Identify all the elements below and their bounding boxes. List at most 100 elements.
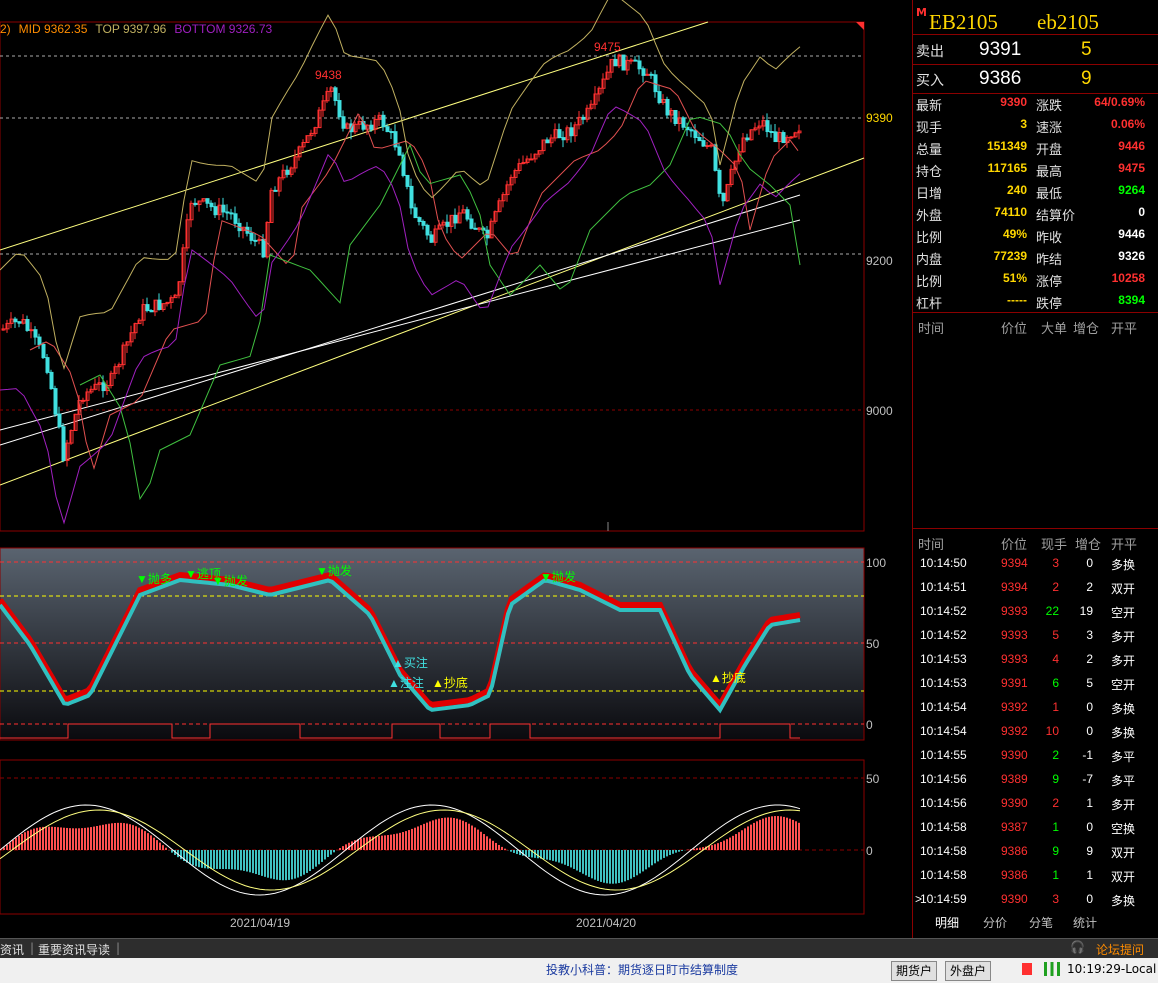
macd-bar — [240, 850, 242, 871]
macd-bar — [285, 850, 287, 881]
trade-type: 空开 — [1111, 678, 1136, 692]
trade-row[interactable]: 10:14:56 9389 9 -7 多平 — [913, 768, 1158, 792]
tr-vol-header: 现手 — [1041, 538, 1068, 553]
trade-volume: 6 — [1052, 676, 1059, 690]
peak-label-1: 9438 — [315, 68, 342, 82]
signal-sell-4: ▼抛发 — [316, 564, 352, 578]
macd-bar — [561, 850, 563, 864]
candle-body — [545, 139, 550, 144]
stat-left-5: 外盘 74110 — [913, 202, 1031, 224]
candle-series — [1, 53, 802, 467]
macd-bar — [555, 850, 557, 862]
signal-strength-icon — [1044, 962, 1060, 976]
candle-body — [205, 198, 210, 204]
trade-row[interactable]: 10:14:58 9386 1 1 双开 — [913, 864, 1158, 888]
macd-bar — [618, 850, 620, 884]
macd-bar — [783, 816, 785, 850]
macd-bar — [657, 850, 659, 862]
macd-bar — [294, 850, 296, 879]
macd-bar — [42, 826, 44, 850]
macd-bar — [111, 823, 113, 850]
macd-bar — [264, 850, 266, 877]
trade-row[interactable]: 10:14:58 9387 1 0 空换 — [913, 816, 1158, 840]
chart-area[interactable]: 2) MID 9362.35 TOP 9397.96 BOTTOM 9326.73 9… — [0, 0, 912, 938]
macd-bar — [135, 826, 137, 850]
buy-order-row[interactable]: 买入 9386 9 — [913, 65, 1158, 94]
macd-bar — [396, 833, 398, 850]
tab-stats[interactable]: 统计 — [1073, 914, 1097, 931]
macd-bar — [738, 832, 740, 850]
candle-body — [17, 321, 22, 324]
macd-bar — [93, 826, 95, 850]
macd-bar — [636, 850, 638, 876]
macd-bar — [306, 850, 308, 873]
trade-row[interactable]: 10:14:50 9394 3 0 多换 — [913, 552, 1158, 576]
tab-tick[interactable]: 分笔 — [1029, 914, 1053, 931]
trade-type: 多换 — [1111, 702, 1136, 716]
news-link-2[interactable]: 重要资讯导读 — [38, 941, 110, 958]
candle-body — [613, 58, 618, 67]
macd-bar — [210, 850, 212, 869]
candle-body — [781, 132, 786, 144]
tab-detail[interactable]: 明细 — [935, 914, 959, 931]
trade-row[interactable]: 10:14:51 9394 2 2 双开 — [913, 576, 1158, 600]
candle-body — [709, 144, 714, 147]
macd-bar — [795, 821, 797, 850]
ticker-text[interactable]: 投教小科普：期货逐日盯市结算制度 — [546, 961, 738, 978]
sell-order-row[interactable]: 卖出 9391 5 — [913, 36, 1158, 65]
trade-row[interactable]: 10:14:53 9393 4 2 多开 — [913, 648, 1158, 672]
candle-body — [233, 213, 238, 224]
trade-price: 9391 — [1001, 676, 1028, 690]
macd-bar — [633, 850, 635, 878]
candle-body — [369, 124, 374, 130]
trade-volume: 2 — [1052, 796, 1059, 810]
candle-body — [405, 174, 410, 187]
trade-row[interactable]: 10:14:53 9391 6 5 空开 — [913, 672, 1158, 696]
trade-row[interactable]: 10:14:54 9392 10 0 多换 — [913, 720, 1158, 744]
stat-value: 0 — [1138, 205, 1145, 219]
headset-icon: 🎧 — [1070, 940, 1085, 954]
stat-label: 开盘 — [1036, 143, 1063, 158]
trade-volume: 2 — [1052, 748, 1059, 762]
divider — [913, 528, 1158, 529]
forum-link[interactable]: 论坛提问 — [1096, 941, 1144, 958]
trade-row[interactable]: 10:14:58 9386 9 9 双开 — [913, 840, 1158, 864]
news-link-1[interactable]: 资讯 — [0, 941, 24, 958]
chart-canvas[interactable] — [0, 0, 912, 938]
macd-bar — [651, 850, 653, 866]
candle-body — [697, 137, 702, 142]
contract-header[interactable]: M EB2105 eb2105 — [913, 4, 1158, 35]
candle-body — [673, 109, 678, 124]
macd-bar — [717, 843, 719, 850]
legend-bottom: BOTTOM 9326.73 — [174, 22, 273, 36]
trade-row[interactable]: 10:14:56 9390 2 1 多开 — [913, 792, 1158, 816]
trade-time: 10:14:54 — [920, 700, 967, 714]
macd-bar — [597, 850, 599, 881]
stat-value: 9446 — [1118, 227, 1145, 241]
futures-account-button[interactable]: 期货户 — [891, 961, 938, 981]
trade-row[interactable]: 10:14:55 9390 2 -1 多平 — [913, 744, 1158, 768]
macd-bar — [480, 831, 482, 850]
candle-body — [381, 114, 386, 128]
trade-row[interactable]: 10:14:52 9393 5 3 多开 — [913, 624, 1158, 648]
candle-body — [41, 343, 46, 359]
trade-price: 9390 — [1001, 892, 1028, 906]
trade-price: 9389 — [1001, 772, 1028, 786]
macd-bar — [96, 825, 98, 850]
trade-increase: 1 — [1086, 868, 1093, 882]
tab-price[interactable]: 分价 — [983, 914, 1007, 931]
macd-bar — [315, 850, 317, 867]
macd-bar — [678, 850, 680, 852]
macd-bar — [576, 850, 578, 871]
trade-row[interactable]: 10:14:54 9392 1 0 多换 — [913, 696, 1158, 720]
trade-time: 10:14:55 — [920, 748, 967, 762]
trade-row[interactable]: >10:14:59 9390 3 0 多换 — [913, 888, 1158, 912]
candle-body — [773, 131, 778, 143]
trade-row[interactable]: 10:14:52 9393 22 19 空开 — [913, 600, 1158, 624]
macd-bar — [609, 850, 611, 884]
overseas-account-button[interactable]: 外盘户 — [945, 961, 992, 981]
trade-price: 9386 — [1001, 844, 1028, 858]
macd-bar — [621, 850, 623, 883]
candle-body — [425, 224, 430, 236]
legend-prefix: 2) — [0, 22, 11, 36]
